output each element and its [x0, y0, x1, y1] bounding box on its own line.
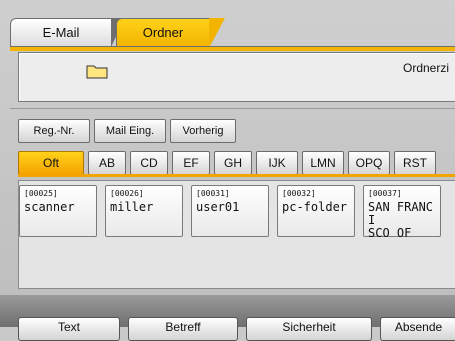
entry-name: SAN FRANCI SCO OF: [368, 200, 434, 240]
entry-number: [00032]: [282, 189, 316, 198]
destination-label: Ordnerzi: [403, 61, 450, 75]
text-button[interactable]: Text: [18, 317, 120, 341]
entry-number: [00026]: [110, 189, 144, 198]
destination-entry-user01[interactable]: [00031] user01: [191, 185, 269, 237]
destination-entry-miller[interactable]: [00026] miller: [105, 185, 183, 237]
index-tab-rst[interactable]: RST: [394, 151, 436, 175]
destination-entry-pc-folder[interactable]: [00032] pc-folder: [277, 185, 355, 237]
subject-button[interactable]: Betreff: [128, 317, 238, 341]
tab-folder[interactable]: Ordner: [116, 18, 225, 48]
destination-list: [00025] scanner [00026] miller [00031] u…: [18, 180, 455, 289]
tab-email[interactable]: E-Mail: [10, 18, 125, 47]
destination-entry-san-francisco-of[interactable]: [00037] SAN FRANCI SCO OF: [363, 185, 441, 240]
index-tab-cd[interactable]: CD: [130, 151, 168, 175]
sort-mail-eing-button[interactable]: Mail Eing.: [94, 119, 166, 143]
scanner-panel: E-Mail Ordner Ordnerzi Reg.-Nr. Mail Ein…: [0, 0, 455, 341]
sort-reg-nr-button[interactable]: Reg.-Nr.: [18, 119, 90, 143]
sender-button[interactable]: Absende: [380, 317, 455, 341]
entry-number: [00037]: [368, 189, 402, 198]
index-tab-ab[interactable]: AB: [88, 151, 126, 175]
destination-entry-scanner[interactable]: [00025] scanner: [19, 185, 97, 237]
entry-name: miller: [110, 200, 154, 214]
index-tab-ef[interactable]: EF: [172, 151, 210, 175]
entry-name: pc-folder: [282, 200, 348, 214]
entry-number: [00025]: [24, 189, 58, 198]
entry-name: scanner: [24, 200, 75, 214]
entry-number: [00031]: [196, 189, 230, 198]
index-tab-lmn[interactable]: LMN: [302, 151, 344, 175]
destination-field[interactable]: Ordnerzi: [18, 52, 455, 102]
index-tab-oft[interactable]: Oft: [18, 151, 84, 175]
sort-vorherig-button[interactable]: Vorherig: [170, 119, 236, 143]
entry-name: user01: [196, 200, 240, 214]
folder-icon: [86, 65, 108, 79]
security-button[interactable]: Sicherheit: [246, 317, 372, 341]
index-underline: [18, 174, 455, 177]
index-tab-opq[interactable]: OPQ: [348, 151, 390, 175]
index-tab-ijk[interactable]: IJK: [256, 151, 298, 175]
index-tab-gh[interactable]: GH: [214, 151, 252, 175]
divider: [10, 108, 455, 109]
tab-underline: [10, 46, 455, 51]
